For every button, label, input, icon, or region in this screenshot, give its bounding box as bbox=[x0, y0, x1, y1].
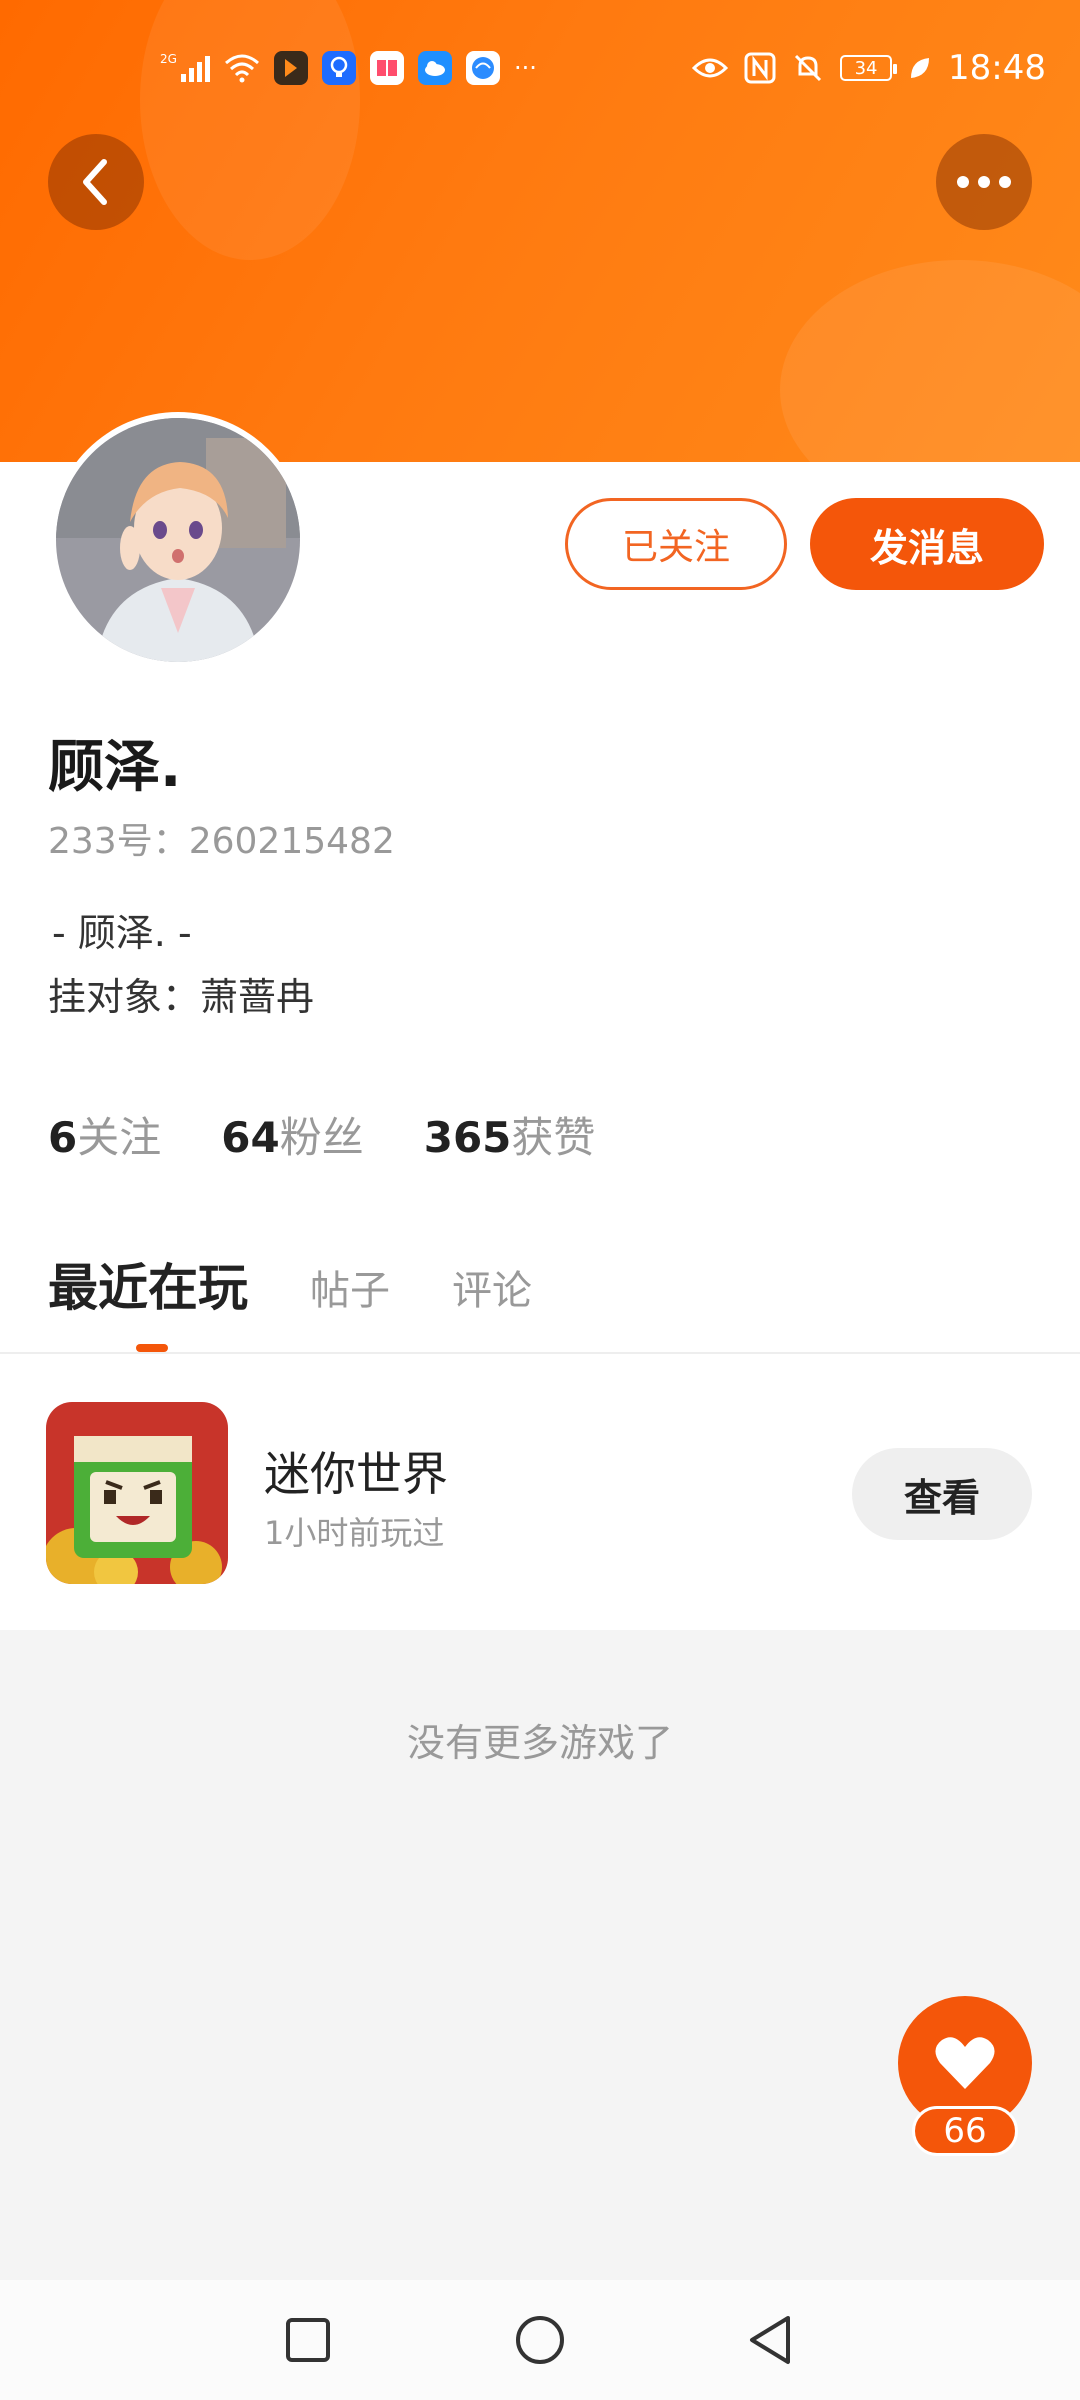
system-nav-bar bbox=[0, 2280, 1080, 2400]
clock: 18:48 bbox=[948, 48, 1046, 88]
last-played-time: 1小时前玩过 bbox=[264, 1514, 445, 1552]
stat-following[interactable]: 6关注 bbox=[48, 1104, 161, 1165]
battery-level: 34 bbox=[854, 57, 878, 79]
game-name: 迷你世界 bbox=[264, 1447, 448, 1501]
signal-icon bbox=[180, 54, 210, 82]
triangle-back-icon bbox=[750, 2316, 790, 2364]
user-id: 233号：260215482 bbox=[48, 821, 395, 862]
like-count-badge: 66 bbox=[912, 2106, 1018, 2156]
app-notification-icon bbox=[321, 51, 356, 85]
home-button[interactable] bbox=[510, 2310, 570, 2370]
header-decoration bbox=[780, 260, 1080, 462]
ellipsis-icon bbox=[957, 176, 1011, 188]
tab-posts[interactable]: 帖子 bbox=[310, 1258, 390, 1320]
bio-line-1: - 顾泽. - bbox=[52, 911, 192, 955]
leaf-icon bbox=[911, 58, 930, 78]
app-notification-icon bbox=[369, 51, 404, 85]
back-nav-button[interactable] bbox=[740, 2310, 800, 2370]
mute-icon bbox=[794, 54, 822, 82]
stat-followers[interactable]: 64粉丝 bbox=[221, 1104, 363, 1165]
no-more-games-text: 没有更多游戏了 bbox=[406, 1721, 673, 1765]
stat-likes: 365获赞 bbox=[424, 1104, 596, 1165]
list-item[interactable]: 迷你世界 1小时前玩过 查看 bbox=[0, 1356, 1080, 1628]
game-icon bbox=[46, 1402, 228, 1584]
more-notifications: ··· bbox=[513, 54, 537, 82]
chevron-left-icon bbox=[83, 159, 107, 205]
list-footer-area: 没有更多游戏了 bbox=[0, 1630, 1080, 2280]
stat-label: 粉丝 bbox=[279, 1113, 364, 1162]
circle-icon bbox=[516, 2316, 564, 2364]
tab-divider bbox=[0, 1352, 1080, 1354]
stat-label: 获赞 bbox=[511, 1113, 596, 1162]
stat-number: 6 bbox=[48, 1113, 78, 1162]
active-tab-indicator bbox=[136, 1344, 168, 1352]
square-icon bbox=[286, 2318, 330, 2362]
battery-icon: 34 bbox=[840, 55, 898, 81]
tab-comments[interactable]: 评论 bbox=[452, 1258, 532, 1320]
user-nickname: 顾泽. bbox=[48, 735, 182, 800]
bio-line-2: 挂对象：萧蔷冉 bbox=[48, 975, 315, 1019]
tab-recently-played[interactable]: 最近在玩 bbox=[48, 1248, 248, 1320]
profile-header: 2G ··· 34 18:48 bbox=[0, 0, 1080, 462]
stat-number: 365 bbox=[423, 1113, 512, 1162]
nfc-icon bbox=[744, 52, 776, 84]
view-game-button[interactable]: 查看 bbox=[852, 1448, 1032, 1540]
status-bar: 2G ··· 34 18:48 bbox=[0, 38, 1080, 98]
stat-number: 64 bbox=[221, 1113, 280, 1162]
back-button[interactable] bbox=[48, 134, 144, 230]
avatar-image bbox=[56, 418, 300, 662]
profile-tabs: 最近在玩 帖子 评论 bbox=[48, 1248, 532, 1320]
status-left: 2G ··· bbox=[160, 38, 537, 98]
app-notification-icon bbox=[465, 51, 500, 85]
heart-icon bbox=[935, 2037, 995, 2089]
network-type: 2G bbox=[160, 52, 177, 66]
send-message-button[interactable]: 发消息 bbox=[810, 498, 1044, 590]
more-button[interactable] bbox=[936, 134, 1032, 230]
app-notification-icon bbox=[273, 51, 308, 85]
recents-button[interactable] bbox=[278, 2310, 338, 2370]
eye-icon bbox=[692, 58, 729, 78]
followed-button[interactable]: 已关注 bbox=[565, 498, 787, 590]
stats-row: 6关注 64粉丝 365获赞 bbox=[48, 1104, 595, 1165]
avatar[interactable] bbox=[50, 412, 306, 668]
status-right: 34 18:48 bbox=[692, 38, 1046, 98]
app-notification-icon bbox=[417, 51, 452, 85]
wifi-icon bbox=[224, 54, 259, 83]
stat-label: 关注 bbox=[77, 1113, 162, 1162]
